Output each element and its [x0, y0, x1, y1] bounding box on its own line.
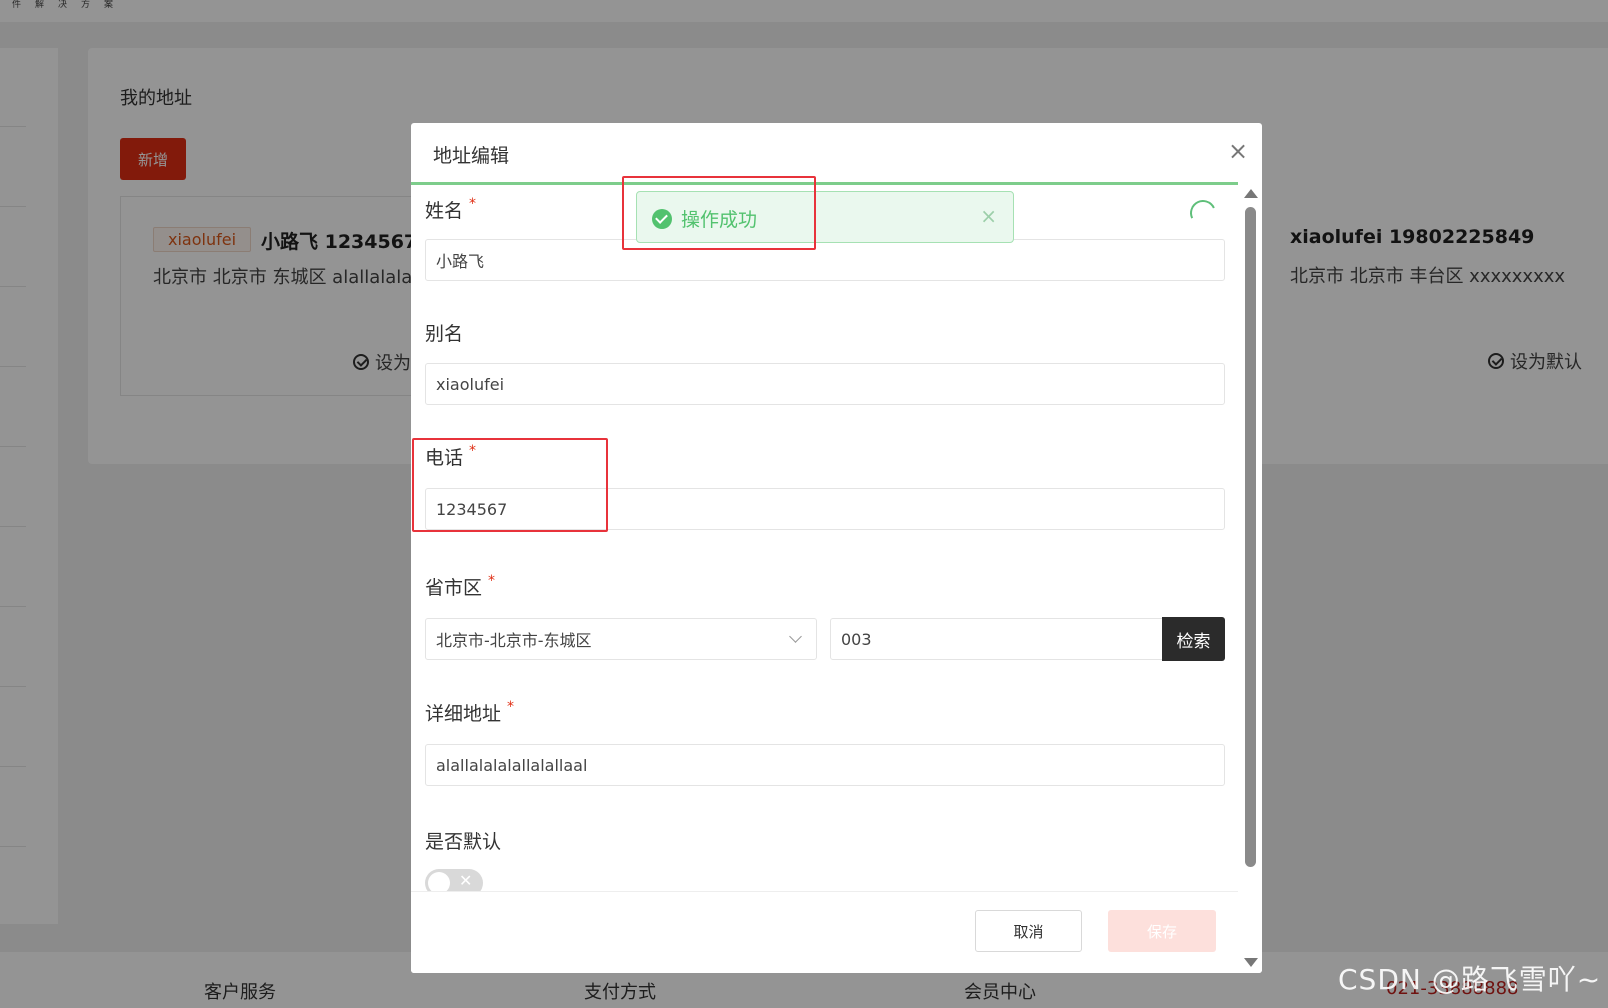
- default-label: 是否默认: [425, 827, 501, 854]
- default-label-text: 是否默认: [425, 831, 502, 853]
- name-label-text: 姓名: [425, 200, 464, 222]
- detail-label-text: 详细地址: [425, 703, 502, 725]
- scrollbar[interactable]: [1238, 185, 1262, 973]
- chevron-down-icon: [789, 630, 802, 643]
- dialog-footer: 取消 保存: [411, 892, 1238, 973]
- loading-spinner-icon: [1186, 196, 1220, 230]
- region-label: 省市区 *: [425, 573, 495, 600]
- region-selected-value: 北京市-北京市-东城区: [436, 631, 592, 650]
- required-mark: *: [507, 699, 515, 715]
- cancel-button[interactable]: 取消: [975, 910, 1082, 952]
- address-edit-dialog: 地址编辑 × 姓名 * 小路飞 别名 xiaolufei 电话 * 1234567 …: [411, 123, 1262, 973]
- region-code-input[interactable]: 003: [830, 618, 1166, 660]
- alias-label-text: 别名: [425, 323, 464, 345]
- scroll-down-arrow-icon[interactable]: [1244, 958, 1258, 967]
- scroll-up-arrow-icon[interactable]: [1244, 189, 1258, 198]
- dialog-header: 地址编辑: [411, 123, 1238, 185]
- name-value: 小路飞: [436, 252, 485, 271]
- detail-address-value: alallalalalallalallaal: [436, 755, 588, 775]
- detail-address-input[interactable]: alallalalalallalallaal: [425, 744, 1225, 786]
- dialog-title: 地址编辑: [433, 145, 510, 167]
- detail-label: 详细地址 *: [425, 699, 514, 726]
- close-icon[interactable]: ×: [1226, 139, 1250, 163]
- highlight-box-phone: [412, 438, 608, 532]
- region-select[interactable]: 北京市-北京市-东城区: [425, 618, 817, 660]
- save-button[interactable]: 保存: [1108, 910, 1216, 952]
- alias-input[interactable]: xiaolufei: [425, 363, 1225, 405]
- required-mark: *: [469, 196, 477, 212]
- name-label: 姓名 *: [425, 196, 476, 223]
- toggle-off-icon: ✕: [459, 871, 473, 890]
- highlight-box-toast: [622, 176, 816, 250]
- alias-label: 别名: [425, 319, 463, 346]
- alias-value: xiaolufei: [436, 374, 505, 394]
- watermark: CSDN @路飞雪吖~: [1338, 963, 1602, 996]
- required-mark: *: [488, 573, 496, 589]
- region-label-text: 省市区: [425, 577, 483, 599]
- search-button[interactable]: 检索: [1162, 617, 1225, 661]
- close-icon[interactable]: ×: [980, 204, 997, 228]
- region-code-value: 003: [841, 629, 872, 649]
- scrollbar-thumb[interactable]: [1245, 207, 1256, 867]
- name-input[interactable]: 小路飞: [425, 239, 1225, 281]
